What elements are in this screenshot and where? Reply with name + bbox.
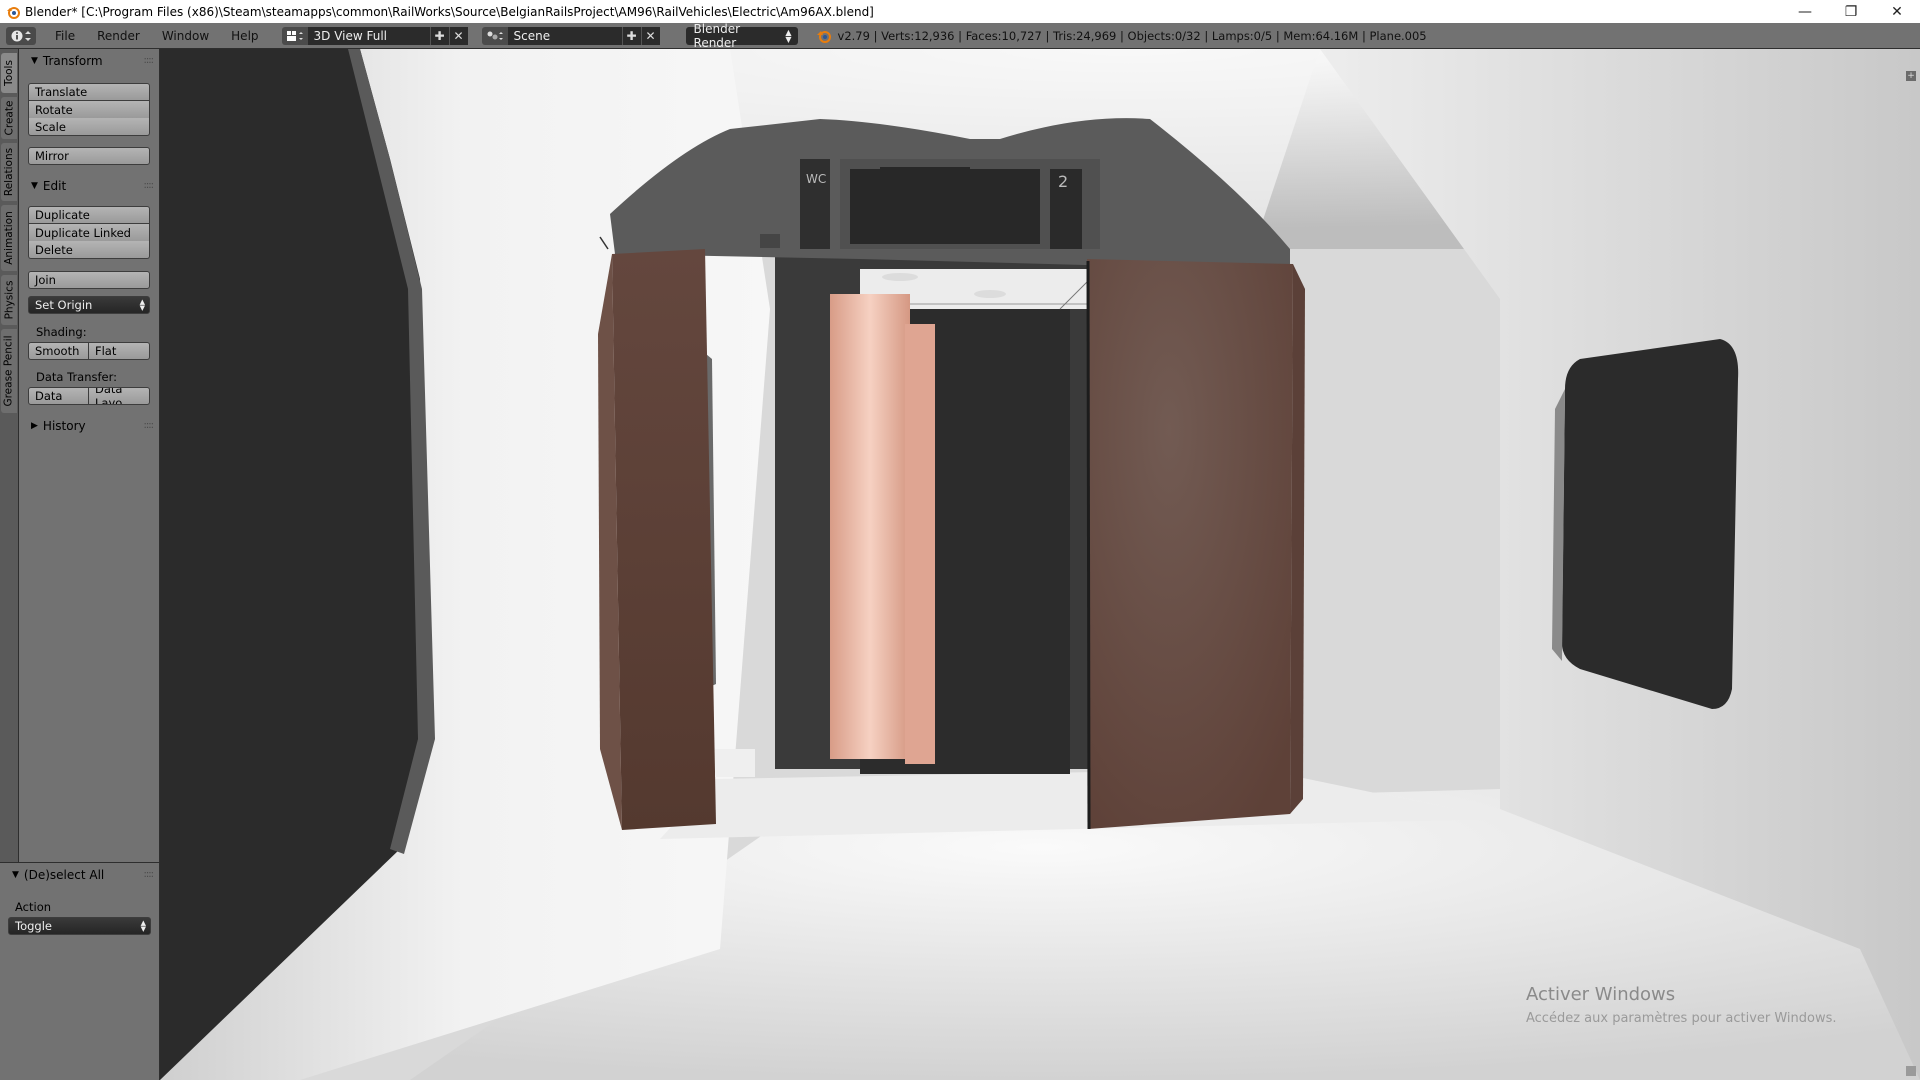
render-engine-dropdown[interactable]: Blender Render ▲ ▼ (685, 22, 798, 50)
expanded-triangle-icon: ▼ (12, 870, 19, 880)
panel-grip-icon[interactable]: :::: (144, 869, 155, 880)
3d-viewport[interactable]: WC 2 + Activer Windows Accédez aux param… (160, 49, 1920, 1080)
panel-grip-icon[interactable]: :::: (144, 420, 155, 431)
data-layout-button[interactable]: Data Layo (89, 387, 150, 405)
edit-panel-header[interactable]: ▼ Edit (31, 179, 66, 193)
scene-field[interactable]: Scene (507, 26, 622, 45)
expanded-triangle-icon: ▼ (31, 56, 38, 66)
operator-panel-header[interactable]: ▼ (De)select All (12, 868, 104, 882)
tool-shelf-tabs: Tools Create Relations Animation Physics… (0, 49, 19, 862)
add-scene-icon[interactable]: ✚ (621, 26, 641, 45)
mirror-button[interactable]: Mirror (28, 147, 150, 165)
transform-panel-header[interactable]: ▼ Transform (31, 54, 103, 68)
operator-title: (De)select All (23, 868, 105, 882)
screen-layout-selector[interactable]: 3D View Full ✚ ✕ (281, 26, 468, 45)
tab-grease-pencil[interactable]: Grease Pencil (1, 329, 17, 413)
action-dropdown[interactable]: Toggle ▲ ▼ (8, 917, 151, 935)
restore-button[interactable]: ❐ (1828, 0, 1874, 23)
last-operator-panel: ▼ (De)select All :::: Action Toggle ▲ ▼ (0, 862, 160, 1080)
dropdown-arrows-icon: ▲ ▼ (785, 27, 792, 44)
transform-panel-title: Transform (42, 54, 103, 68)
data-transfer-button[interactable]: Data (28, 387, 89, 405)
menu-file[interactable]: File (44, 29, 86, 43)
duplicate-linked-button[interactable]: Duplicate Linked (28, 224, 150, 242)
blender-logo-icon (7, 6, 20, 19)
panel-grip-icon[interactable]: :::: (144, 180, 155, 191)
info-header: File Render Window Help 3D View Full ✚ ✕… (0, 22, 1920, 50)
dropdown-arrows-icon: ▲ ▼ (139, 298, 145, 312)
info-icon (11, 30, 31, 41)
window-title: Blender* [C:\Program Files (x86)\Steam\s… (25, 4, 874, 19)
data-transfer-label: Data Transfer: (36, 370, 118, 384)
window-title-bar: Blender* [C:\Program Files (x86)\Steam\s… (0, 0, 1920, 23)
add-layout-icon[interactable]: ✚ (429, 26, 449, 45)
set-origin-dropdown[interactable]: Set Origin ▲ ▼ (28, 296, 150, 314)
scale-button[interactable]: Scale (28, 118, 150, 136)
dropdown-arrows-icon: ▲ ▼ (140, 919, 146, 933)
train-interior-render: WC 2 (160, 49, 1920, 1080)
number-sign: 2 (1058, 172, 1068, 191)
render-engine-label: Blender Render (693, 21, 741, 50)
tab-relations[interactable]: Relations (1, 143, 17, 201)
close-button[interactable]: ✕ (1874, 0, 1920, 23)
tab-animation[interactable]: Animation (1, 205, 17, 271)
translate-button[interactable]: Translate (28, 83, 150, 101)
delete-button[interactable]: Delete (28, 241, 150, 259)
scene-icon[interactable] (481, 26, 508, 45)
shading-label: Shading: (36, 325, 87, 339)
layout-icon[interactable] (281, 26, 308, 45)
windows-activation-title: Activer Windows (1526, 984, 1676, 1005)
action-value: Toggle (15, 919, 52, 933)
viewport-expand-icon[interactable]: + (1906, 71, 1916, 81)
blender-logo-icon (816, 30, 831, 43)
menu-help[interactable]: Help (220, 29, 269, 43)
remove-layout-icon[interactable]: ✕ (448, 26, 468, 45)
duplicate-button[interactable]: Duplicate (28, 206, 150, 224)
scene-statistics: v2.79 | Verts:12,936 | Faces:10,727 | Tr… (837, 28, 1427, 43)
history-panel-title: History (42, 419, 86, 433)
rotate-button[interactable]: Rotate (28, 101, 150, 119)
menu-window[interactable]: Window (151, 29, 220, 43)
flat-button[interactable]: Flat (89, 342, 150, 360)
windows-activation-subtitle: Accédez aux paramètres pour activer Wind… (1526, 1011, 1837, 1026)
scene-selector[interactable]: Scene ✚ ✕ (481, 26, 660, 45)
history-panel-header[interactable]: ▶ History (31, 419, 86, 433)
editor-type-button[interactable] (6, 26, 36, 45)
action-label: Action (15, 900, 52, 914)
menu-render[interactable]: Render (86, 29, 151, 43)
tab-physics[interactable]: Physics (1, 275, 17, 325)
join-button[interactable]: Join (28, 271, 150, 289)
tool-shelf: ▼ Transform :::: Translate Rotate Scale … (19, 49, 160, 862)
wc-sign: WC (806, 172, 826, 186)
screen-layout-field[interactable]: 3D View Full (307, 26, 430, 45)
smooth-button[interactable]: Smooth (28, 342, 89, 360)
expanded-triangle-icon: ▼ (31, 181, 38, 191)
remove-scene-icon[interactable]: ✕ (640, 26, 660, 45)
minimize-button[interactable]: — (1782, 0, 1828, 23)
tab-create[interactable]: Create (1, 97, 17, 139)
set-origin-label: Set Origin (35, 298, 93, 312)
edit-panel-title: Edit (42, 179, 67, 193)
viewport-corner-handle[interactable] (1906, 1066, 1916, 1076)
collapsed-triangle-icon: ▶ (31, 421, 38, 431)
panel-grip-icon[interactable]: :::: (144, 55, 155, 66)
tab-tools[interactable]: Tools (1, 53, 17, 93)
